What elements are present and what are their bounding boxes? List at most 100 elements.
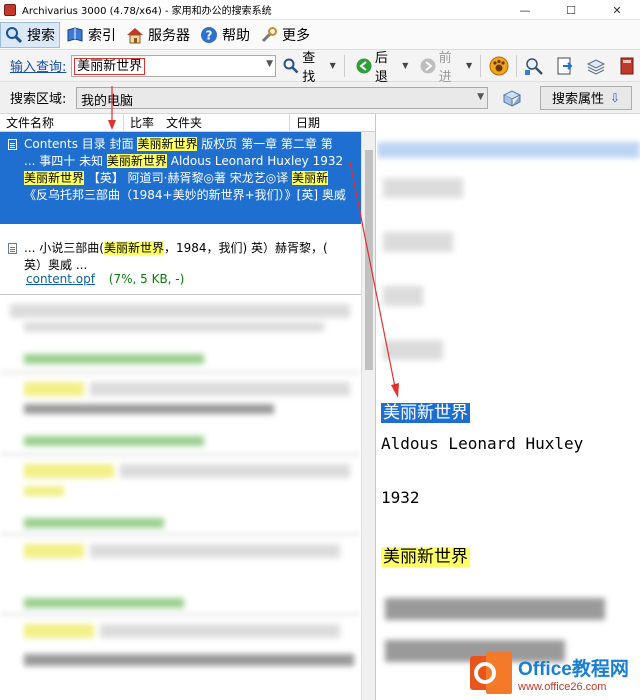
column-folder[interactable]: 文件夹 [160,114,290,131]
menu-index-label: 索引 [88,27,116,44]
snippet-text: ... 小说三部曲( [24,241,104,255]
blurred-preview-text [383,286,423,306]
preview-title-highlight-2: 美丽新世界 [381,547,470,567]
blurred-result [100,624,340,638]
blurred-divider [0,534,360,535]
chevron-down-icon[interactable]: ▼ [477,92,484,102]
back-button[interactable]: 后退 ▼ [352,51,413,85]
blurred-preview-text [383,178,463,198]
blurred-highlight [24,464,114,478]
blurred-highlight [24,486,64,496]
search-area-value: 我的电脑 [81,93,134,109]
find-button-label: 查找 [302,50,316,85]
blurred-result [24,598,184,608]
red-book-icon[interactable] [617,56,637,76]
menu-more[interactable]: 更多 [256,22,314,48]
query-label[interactable]: 输入查询: [10,56,67,75]
close-button[interactable]: ✕ [594,0,640,20]
watermark-url: www.office26.com [518,680,607,693]
minimize-button[interactable]: — [502,0,548,20]
blurred-result [24,436,204,446]
blurred-highlight [24,544,84,558]
column-date[interactable]: 日期 [290,114,360,131]
blurred-result [120,464,350,478]
result-file-link[interactable]: content.opf [26,272,95,286]
blurred-preview-toolbar [377,142,640,158]
watermark: Office教程网 www.office26.com [468,646,640,700]
preview-title-line-2: 美丽新世界 [381,542,470,567]
preview-title-line: 美丽新世界 [381,398,470,423]
paw-icon[interactable] [489,56,509,76]
toolbar-divider [480,54,482,77]
snippet-text: 《反乌托邦三部曲（1984+美妙的新世界+我们）》[英] 奥威 [24,188,346,202]
find-dropdown-icon[interactable]: ▼ [330,61,336,70]
results-scrollbar[interactable] [361,132,375,700]
menu-search[interactable]: 搜索 [0,21,60,48]
tools-icon [260,26,278,44]
office-logo-icon [468,650,514,696]
result-file-meta: (7%, 5 KB, -) [108,272,185,286]
preview-year: 1932 [381,488,420,507]
query-bar: 输入查询: 美丽新世界 ▼ 查找 ▼ 后退 ▼ 前进 ▼ [0,50,640,85]
book-icon [66,26,84,44]
search-area-bar: 搜索区域: 我的电脑 ▼ 搜索属性 ⇩ [0,82,640,114]
menu-search-label: 搜索 [27,27,55,44]
menu-server[interactable]: 服务器 [122,22,194,48]
forward-button-label: 前进 [438,50,452,85]
zoom-icon[interactable] [524,56,544,76]
menu-help[interactable]: ? 帮助 [196,22,254,48]
snippet-highlight: 美丽新世界 [106,154,167,168]
window-title: Archivarius 3000 (4.78/x64) - 家用和办公的搜索系统 [22,6,272,17]
results-scroll-thumb[interactable] [365,150,373,370]
snippet-highlight: 美丽新世界 [24,171,85,185]
window-controls: — ☐ ✕ [502,0,640,20]
document-icon [8,243,17,254]
blurred-result [10,304,350,318]
result-snippet-line: ... 小说三部曲(美丽新世界，1984，我们) 英）赫胥黎，( [24,240,369,257]
watermark-title: Office教程网 [518,658,629,680]
forward-dropdown-icon[interactable]: ▼ [466,61,472,70]
result-snippet-line: 《反乌托邦三部曲（1984+美妙的新世界+我们）》[英] 奥威 [24,187,369,204]
area-edit-icon[interactable] [500,87,524,109]
back-dropdown-icon[interactable]: ▼ [402,61,408,70]
blurred-result [90,544,340,558]
export-icon[interactable] [555,56,575,76]
find-button[interactable]: 查找 ▼ [279,51,340,85]
result-file-info: content.opf (7%, 5 KB, -) [26,272,184,286]
result-snippet-line: ... 事四十 未知 美丽新世界 Aldous Leonard Huxley 1… [24,153,369,170]
svg-text:?: ? [206,28,213,42]
blurred-result [24,654,354,666]
magnifier-icon [283,57,299,75]
snippet-text: Aldous Leonard Huxley 1932 [170,154,344,168]
forward-button[interactable]: 前进 ▼ [415,51,476,85]
menu-index[interactable]: 索引 [62,22,120,48]
maximize-button[interactable]: ☐ [548,0,594,20]
stack-icon[interactable] [586,56,606,76]
menu-help-label: 帮助 [222,27,250,44]
house-icon [126,26,144,44]
back-button-label: 后退 [374,50,388,85]
snippet-text: 版权页 第一章 第二章 第 [201,137,333,151]
blurred-preview-text [385,598,605,620]
help-icon: ? [200,26,218,44]
results-pane: 文件名称 比率 文件夹 日期 Contents 目录 封面 美丽新世界 版权页 … [0,114,376,700]
snippet-highlight: 美丽新 [292,171,329,185]
menu-more-label: 更多 [282,27,310,44]
search-properties-label: 搜索属性 [551,92,604,107]
snippet-text: Contents 目录 封面 [24,137,134,151]
result-item-selected[interactable]: Contents 目录 封面 美丽新世界 版权页 第一章 第二章 第 ... 事… [0,132,375,224]
menu-server-label: 服务器 [148,27,190,44]
snippet-text: ，1984，我们) 英）赫胥黎，( [163,241,328,255]
title-bar: Archivarius 3000 (4.78/x64) - 家用和办公的搜索系统… [0,0,640,20]
preview-title-highlight: 美丽新世界 [381,403,470,423]
result-snippet-line: 美丽新世界 【英】 阿道司·赫胥黎◎著 宋龙艺◎译 美丽新 [24,170,369,187]
query-input[interactable]: 美丽新世界 ▼ [71,54,277,77]
forward-arrow-icon [419,57,435,75]
blurred-highlight [24,624,94,638]
column-filename[interactable]: 文件名称 [0,114,124,131]
search-properties-button[interactable]: 搜索属性 ⇩ [540,85,632,110]
preview-author: Aldous Leonard Huxley [381,434,584,453]
chevron-down-icon[interactable]: ▼ [266,59,273,69]
search-area-select[interactable]: 我的电脑 ▼ [76,86,488,109]
column-ratio[interactable]: 比率 [124,114,160,131]
